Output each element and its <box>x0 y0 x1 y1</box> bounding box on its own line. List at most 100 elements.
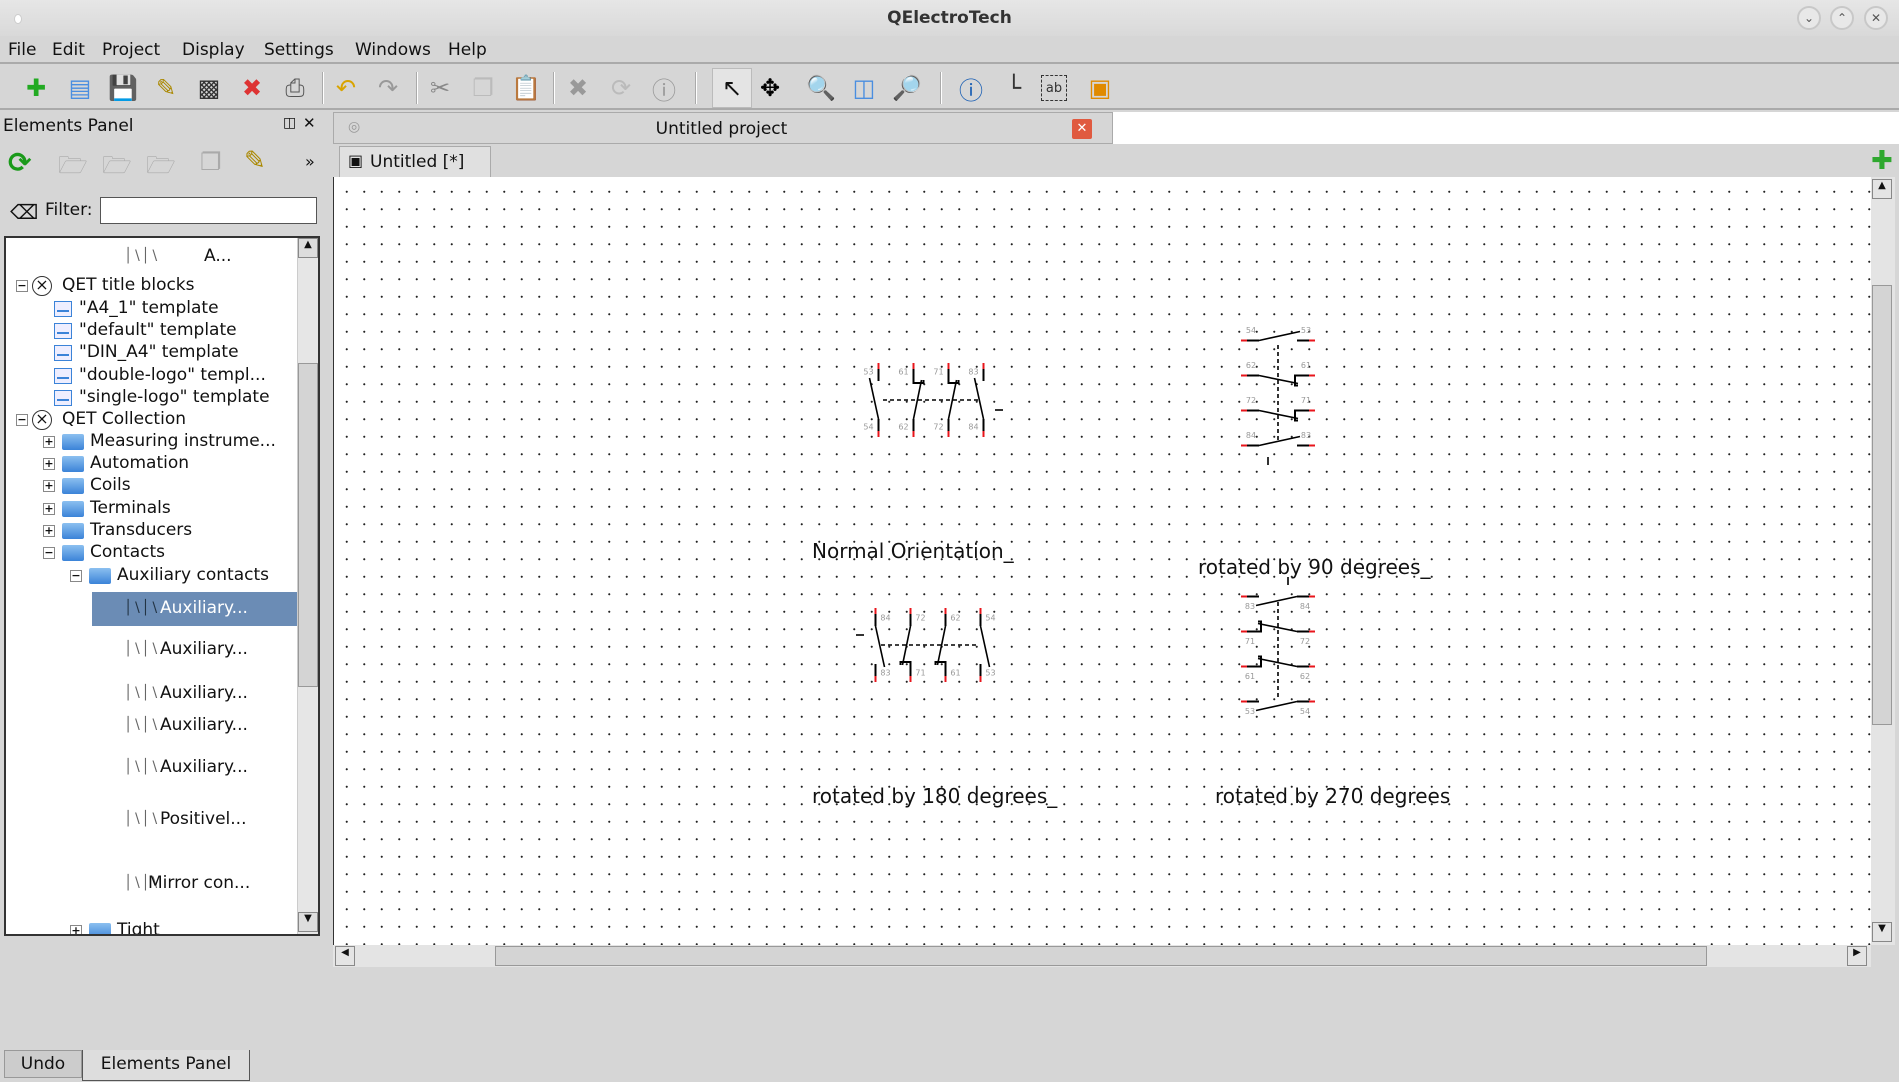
scroll-left-icon[interactable]: ◀ <box>335 946 355 966</box>
tree-item[interactable]: + Terminals <box>6 498 299 520</box>
info-icon[interactable]: ⓘ <box>955 72 987 105</box>
tree-item[interactable]: − Auxiliary contacts <box>6 565 299 587</box>
zoom-fit-icon[interactable]: 🔍 <box>805 72 837 104</box>
save-icon[interactable]: 💾 <box>107 72 139 104</box>
minimize-button[interactable]: ⌄ <box>1797 6 1821 30</box>
tab-elements-panel[interactable]: Elements Panel <box>82 1050 250 1081</box>
tree-scroll-thumb[interactable] <box>298 363 318 687</box>
close-project-icon[interactable]: ✖ <box>236 72 268 104</box>
collapse-icon[interactable]: − <box>16 280 28 292</box>
new-category-icon[interactable]: 🗁 <box>58 148 88 189</box>
collapse-icon[interactable]: − <box>43 547 55 559</box>
select-icon[interactable]: ↖ <box>712 68 752 108</box>
scroll-down-icon[interactable]: ▼ <box>298 912 318 932</box>
float-icon[interactable]: ◫ <box>283 115 296 131</box>
print-icon[interactable]: ⎙ <box>279 72 311 104</box>
save-as-icon[interactable]: ✎ <box>150 72 182 104</box>
tree-item[interactable]: │∖│∖ Auxiliary... <box>6 683 299 705</box>
tree-item[interactable]: − ⨯ QET title blocks <box>6 275 299 297</box>
tree-item[interactable]: "double-logo" templ... <box>6 365 299 387</box>
tree-item[interactable]: + Coils <box>6 475 299 497</box>
edit-category-icon[interactable]: 🗁 <box>102 148 132 189</box>
canvas-hscrollbar[interactable]: ◀ ▶ <box>333 945 1871 967</box>
expand-icon[interactable]: + <box>43 525 55 537</box>
paste-icon[interactable]: 📋 <box>510 72 542 104</box>
tree-item[interactable]: "A4_1" template <box>6 298 299 320</box>
label-normal-orientation[interactable]: Normal Orientation_ <box>812 539 1014 563</box>
collapse-icon[interactable]: − <box>16 414 28 426</box>
open-icon[interactable]: ▤ <box>64 72 96 104</box>
expand-icon[interactable]: + <box>43 436 55 448</box>
menu-display[interactable]: Display <box>182 40 245 60</box>
tree-item[interactable]: "single-logo" template <box>6 387 299 409</box>
tree-item[interactable]: "DIN_A4" template <box>6 342 299 364</box>
menu-windows[interactable]: Windows <box>355 40 431 60</box>
canvas-vscrollbar[interactable]: ▲ ▼ <box>1871 177 1895 945</box>
tree-item[interactable]: − ⨯ QET Collection <box>6 409 299 431</box>
tree-item[interactable]: + Tight <box>6 920 299 934</box>
zoom-reset-icon[interactable]: 🔎 <box>891 72 923 104</box>
menu-help[interactable]: Help <box>448 40 487 60</box>
menu-file[interactable]: File <box>8 40 36 60</box>
collapse-icon[interactable]: − <box>70 570 82 582</box>
hscroll-thumb[interactable] <box>495 946 1707 966</box>
copy-icon[interactable]: ❐ <box>467 72 499 104</box>
auxiliary-contact-symbol[interactable]: 53 54 61 62 71 72 83 84 <box>856 608 996 682</box>
rotate-icon[interactable]: ⟳ <box>605 72 637 104</box>
tree-item[interactable]: "default" template <box>6 320 299 342</box>
properties-icon[interactable]: ⓘ <box>648 72 680 105</box>
project-tab[interactable]: ◎ Untitled project ✕ <box>333 112 1113 144</box>
tree-item[interactable]: + Automation <box>6 453 299 475</box>
menu-edit[interactable]: Edit <box>52 40 85 60</box>
save-all-icon[interactable]: ▩ <box>193 72 225 104</box>
tree-item[interactable]: + Transducers <box>6 520 299 542</box>
auxiliary-contact-symbol[interactable]: 53 54 61 62 71 72 83 84 <box>1241 326 1315 465</box>
tree-item[interactable]: │∖│∖ Auxiliary... <box>6 639 299 661</box>
scroll-up-icon[interactable]: ▲ <box>298 238 318 258</box>
more-icon[interactable]: » <box>305 152 315 171</box>
expand-icon[interactable]: + <box>43 480 55 492</box>
close-project-tab-icon[interactable]: ✕ <box>1072 119 1092 139</box>
delete-category-icon[interactable]: 🗁 <box>146 148 176 189</box>
tab-untitled[interactable]: ▣ Untitled [*] <box>339 146 491 178</box>
label-rotated-90[interactable]: rotated by 90 degrees_ <box>1198 555 1431 579</box>
expand-icon[interactable]: + <box>43 503 55 515</box>
cut-icon[interactable]: ✂ <box>424 72 456 104</box>
reload-icon[interactable]: ⟳ <box>8 146 31 179</box>
tab-undo[interactable]: Undo <box>4 1050 82 1078</box>
tree-item[interactable]: │∖│∖ Mirror con... <box>6 873 299 895</box>
auxiliary-contact-symbol[interactable]: 53 54 61 62 71 72 83 84 <box>1241 577 1315 716</box>
maximize-button[interactable]: ⌃ <box>1830 6 1854 30</box>
auxiliary-contact-symbol[interactable]: 53 54 61 62 71 72 83 84 <box>863 363 1003 437</box>
tree-item[interactable]: │∖│∖ Positivel... <box>6 809 299 831</box>
move-icon[interactable]: ✥ <box>754 72 786 104</box>
filter-input[interactable] <box>100 197 317 224</box>
redo-icon[interactable]: ↷ <box>372 72 404 104</box>
new-project-icon[interactable]: ✚ <box>20 72 52 104</box>
expand-icon[interactable]: + <box>70 925 82 934</box>
tree-item[interactable]: │∖│∖ A... <box>6 246 299 268</box>
menu-settings[interactable]: Settings <box>264 40 334 60</box>
tree-item[interactable]: │∖│∖ Auxiliary... <box>92 592 299 626</box>
close-panel-icon[interactable]: ✕ <box>303 114 316 132</box>
zoom-page-icon[interactable]: ◫ <box>848 72 880 104</box>
clear-filter-icon[interactable]: ⌫ <box>10 200 38 224</box>
conductor-icon[interactable]: └ <box>998 72 1030 104</box>
tree-item[interactable]: │∖│∖ Auxiliary... <box>6 715 299 737</box>
diagram-canvas[interactable]: 53 54 61 62 71 72 83 84 53 54 61 62 71 72 83 84 53 54 61 62… <box>333 177 1871 945</box>
menu-project[interactable]: Project <box>102 40 160 60</box>
scroll-right-icon[interactable]: ▶ <box>1847 946 1867 966</box>
tree-item[interactable]: − Contacts <box>6 542 299 564</box>
delete-icon[interactable]: ✖ <box>562 72 594 104</box>
text-icon[interactable]: ab <box>1041 75 1067 101</box>
scroll-down-icon[interactable]: ▼ <box>1872 922 1892 942</box>
label-rotated-180[interactable]: rotated by 180 degrees_ <box>812 784 1057 808</box>
close-button[interactable]: ✕ <box>1864 6 1888 30</box>
tree-item[interactable]: + Measuring instrume... <box>6 431 299 453</box>
add-diagram-icon[interactable]: ✚ <box>1871 146 1893 176</box>
add-image-icon[interactable]: ▣ <box>1084 72 1116 104</box>
edit-element-icon[interactable]: ✎ <box>244 146 266 176</box>
expand-icon[interactable]: + <box>43 458 55 470</box>
scroll-up-icon[interactable]: ▲ <box>1872 179 1892 199</box>
tree-scrollbar[interactable]: ▲ ▼ <box>297 238 318 934</box>
